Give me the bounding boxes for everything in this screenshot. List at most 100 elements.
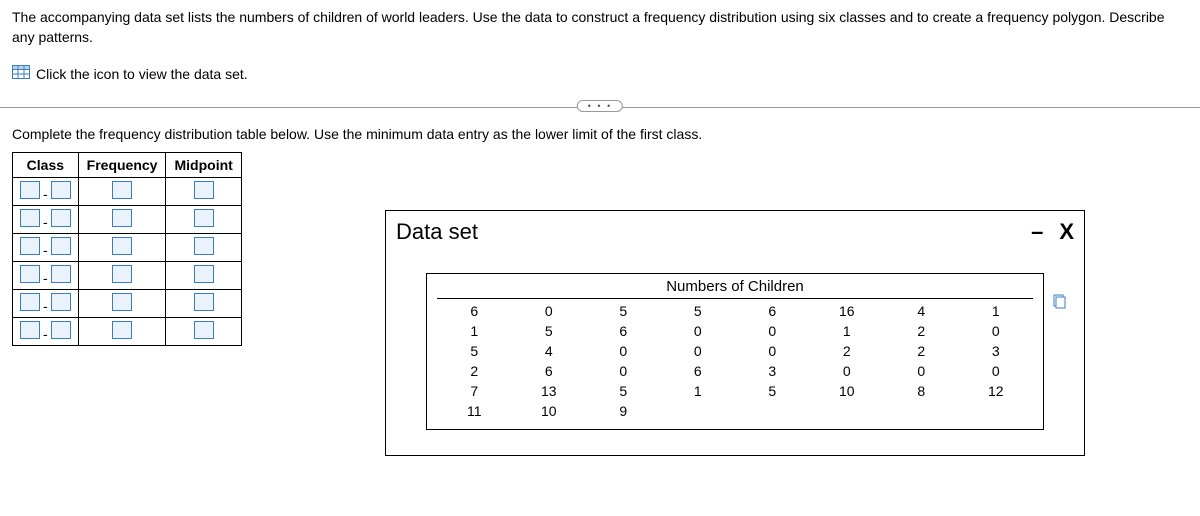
class-low-input[interactable] [20, 181, 40, 199]
data-cell: 13 [512, 381, 587, 401]
header-midpoint: Midpoint [166, 153, 241, 178]
midpoint-input[interactable] [194, 181, 214, 199]
data-cell: 1 [437, 321, 512, 341]
class-high-input[interactable] [51, 321, 71, 339]
table-row: - [13, 318, 242, 346]
data-cell: 0 [586, 361, 661, 381]
data-cell: 4 [512, 341, 587, 361]
data-cell: 2 [884, 341, 959, 361]
midpoint-input[interactable] [194, 265, 214, 283]
ellipsis-badge[interactable]: • • • [577, 100, 623, 112]
midpoint-input[interactable] [194, 237, 214, 255]
table-icon[interactable] [12, 65, 30, 82]
data-title: Numbers of Children [437, 276, 1033, 299]
table-row: - [13, 290, 242, 318]
header-frequency: Frequency [78, 153, 166, 178]
data-cell: 2 [437, 361, 512, 381]
data-cell: 12 [959, 381, 1034, 401]
data-cell [735, 401, 810, 421]
class-low-input[interactable] [20, 321, 40, 339]
copy-icon[interactable] [1051, 294, 1067, 313]
data-cell: 5 [735, 381, 810, 401]
data-cell: 3 [959, 341, 1034, 361]
data-cell: 1 [661, 381, 736, 401]
data-row: 71351510812 [437, 381, 1033, 401]
frequency-input[interactable] [112, 181, 132, 199]
data-cell [661, 401, 736, 421]
table-row: - [13, 206, 242, 234]
data-cell [810, 401, 885, 421]
popup-title: Data set [396, 219, 478, 245]
data-cell: 5 [512, 321, 587, 341]
data-row: 15600120 [437, 321, 1033, 341]
data-cell: 2 [884, 321, 959, 341]
dash-label: - [43, 242, 48, 258]
data-row: 54000223 [437, 341, 1033, 361]
frequency-table: Class Frequency Midpoint - - - - - - [12, 152, 242, 346]
class-high-input[interactable] [51, 237, 71, 255]
class-low-input[interactable] [20, 293, 40, 311]
problem-text: The accompanying data set lists the numb… [12, 8, 1188, 47]
data-cell: 4 [884, 301, 959, 321]
data-cell: 0 [959, 321, 1034, 341]
data-cell: 5 [437, 341, 512, 361]
dash-label: - [43, 298, 48, 314]
data-cell: 0 [735, 321, 810, 341]
frequency-input[interactable] [112, 237, 132, 255]
data-cell: 6 [661, 361, 736, 381]
data-cell [884, 401, 959, 421]
data-cell: 0 [810, 361, 885, 381]
data-cell: 0 [735, 341, 810, 361]
data-set-popup: Data set – X Numbers of Children 6055616… [385, 210, 1085, 456]
table-row: - [13, 262, 242, 290]
class-low-input[interactable] [20, 237, 40, 255]
data-cell: 10 [810, 381, 885, 401]
data-cell: 6 [437, 301, 512, 321]
data-cell: 6 [735, 301, 810, 321]
instruction-text: Complete the frequency distribution tabl… [12, 126, 1188, 142]
data-row: 26063000 [437, 361, 1033, 381]
table-row: - [13, 178, 242, 206]
minimize-icon[interactable]: – [1031, 221, 1043, 243]
data-grid: 6055616411560012054000223260630007135151… [437, 301, 1033, 421]
class-high-input[interactable] [51, 181, 71, 199]
frequency-input[interactable] [112, 209, 132, 227]
data-cell: 11 [437, 401, 512, 421]
table-row: - [13, 234, 242, 262]
data-cell: 5 [661, 301, 736, 321]
class-high-input[interactable] [51, 293, 71, 311]
data-cell: 1 [959, 301, 1034, 321]
frequency-input[interactable] [112, 321, 132, 339]
data-cell: 2 [810, 341, 885, 361]
dash-label: - [43, 214, 48, 230]
data-cell: 10 [512, 401, 587, 421]
frequency-input[interactable] [112, 293, 132, 311]
data-cell: 7 [437, 381, 512, 401]
dash-label: - [43, 270, 48, 286]
midpoint-input[interactable] [194, 209, 214, 227]
data-cell: 16 [810, 301, 885, 321]
data-cell: 5 [586, 381, 661, 401]
class-low-input[interactable] [20, 209, 40, 227]
data-cell: 0 [661, 341, 736, 361]
data-cell: 0 [661, 321, 736, 341]
data-cell: 6 [512, 361, 587, 381]
frequency-input[interactable] [112, 265, 132, 283]
dash-label: - [43, 326, 48, 342]
data-cell: 1 [810, 321, 885, 341]
section-divider: • • • [0, 107, 1200, 108]
class-high-input[interactable] [51, 209, 71, 227]
data-cell: 3 [735, 361, 810, 381]
dash-label: - [43, 186, 48, 202]
data-cell: 8 [884, 381, 959, 401]
midpoint-input[interactable] [194, 321, 214, 339]
close-icon[interactable]: X [1059, 221, 1074, 243]
class-high-input[interactable] [51, 265, 71, 283]
header-class: Class [13, 153, 79, 178]
class-low-input[interactable] [20, 265, 40, 283]
data-cell: 0 [512, 301, 587, 321]
click-icon-text[interactable]: Click the icon to view the data set. [36, 66, 248, 82]
data-cell: 9 [586, 401, 661, 421]
midpoint-input[interactable] [194, 293, 214, 311]
data-row: 605561641 [437, 301, 1033, 321]
